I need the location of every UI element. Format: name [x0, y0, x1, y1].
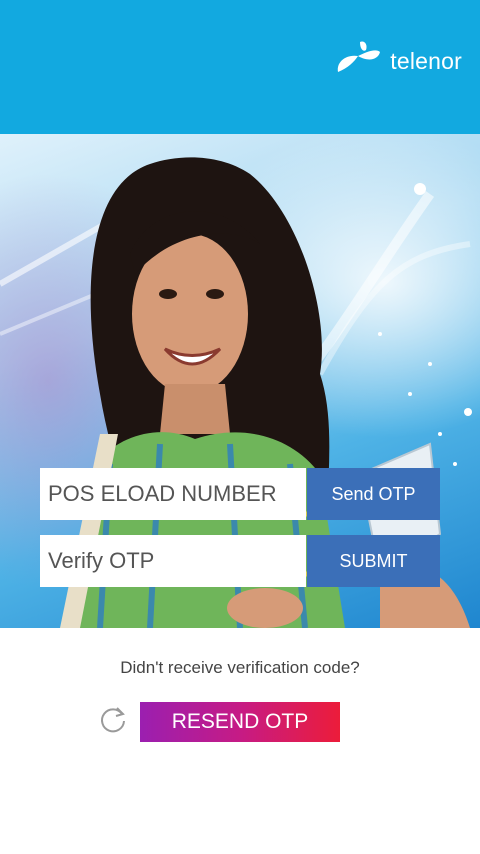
verification-prompt: Didn't receive verification code?	[120, 658, 360, 677]
brand-logo: telenor	[332, 38, 462, 80]
verify-otp-placeholder: Verify OTP	[48, 548, 155, 573]
submit-button[interactable]: SUBMIT	[307, 535, 440, 587]
brand-name: telenor	[390, 47, 462, 74]
pos-eload-number-placeholder: POS ELOAD NUMBER	[48, 481, 277, 506]
pos-eload-number-input[interactable]: POS ELOAD NUMBER	[40, 468, 306, 520]
verify-otp-input[interactable]: Verify OTP	[40, 535, 306, 587]
telenor-propeller-icon	[338, 41, 381, 72]
resend-otp-button[interactable]: RESEND OTP	[140, 702, 340, 742]
send-otp-button[interactable]: Send OTP	[307, 468, 440, 520]
otp-screen: telenor POS ELOAD NUMBER Send OTP Verify…	[0, 0, 480, 854]
refresh-icon[interactable]	[98, 704, 128, 734]
header-bar: telenor	[0, 0, 480, 134]
